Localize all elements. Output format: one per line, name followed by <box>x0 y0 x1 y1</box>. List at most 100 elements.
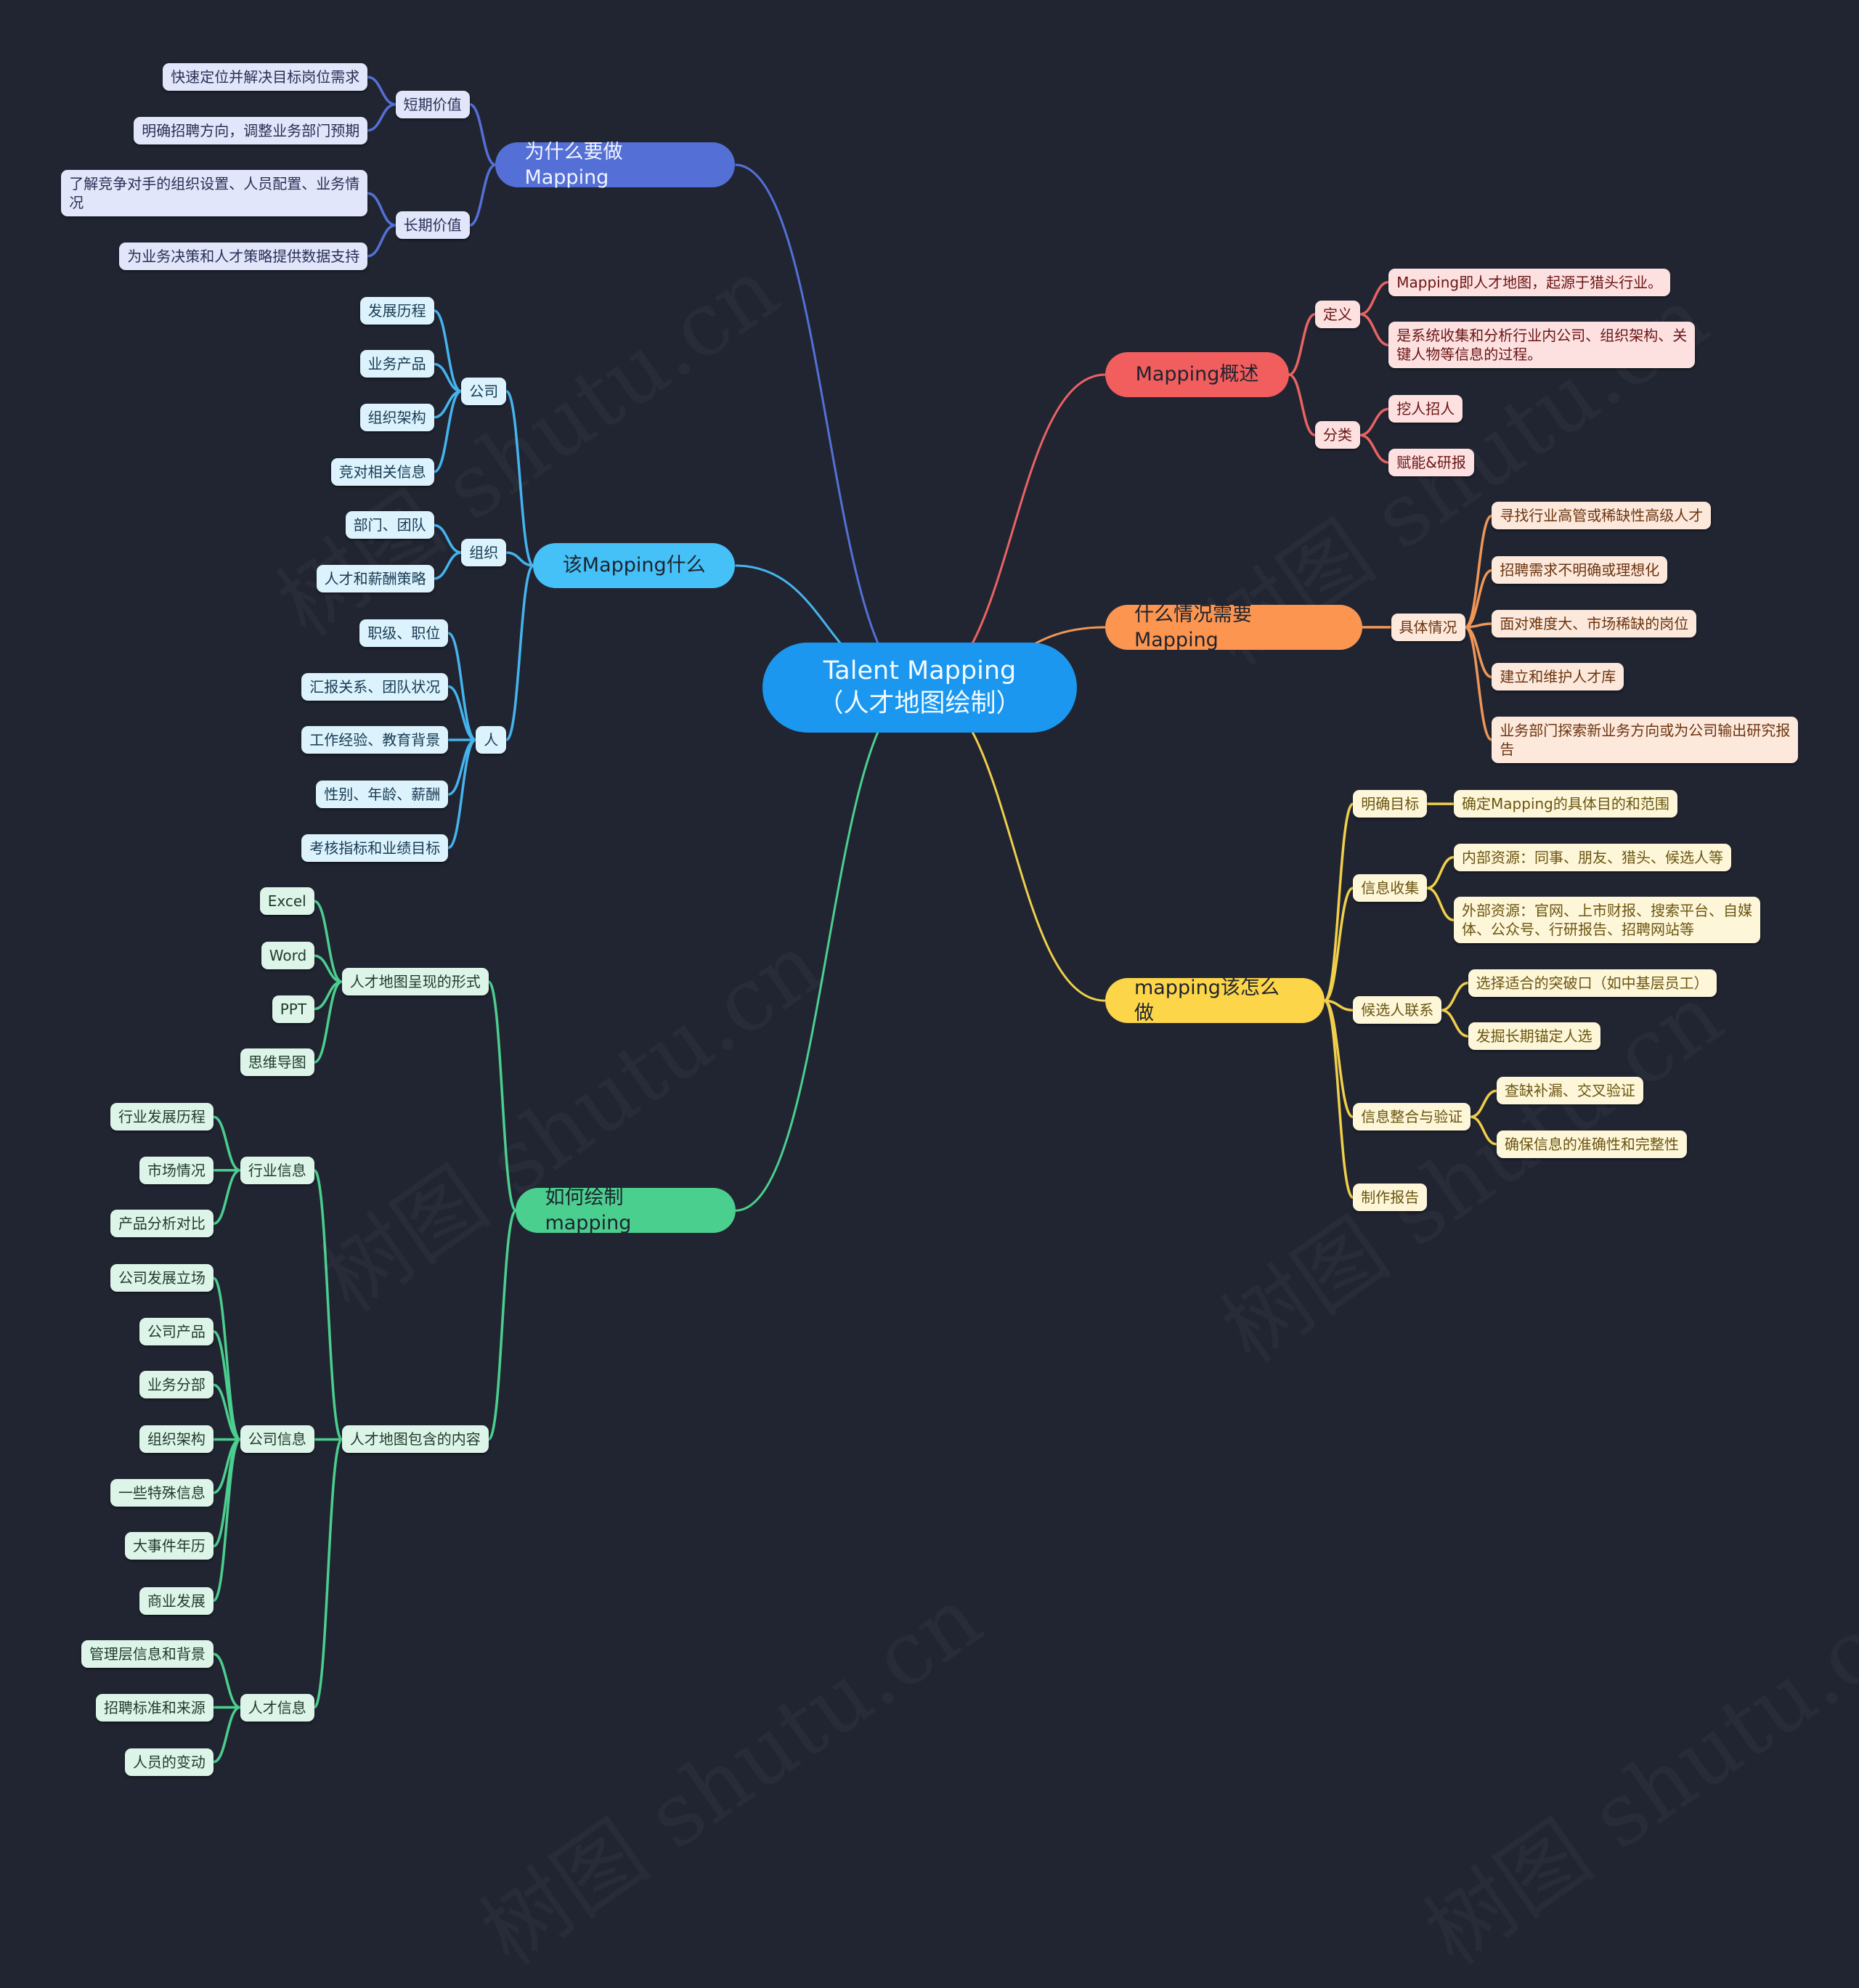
connector-line <box>213 1115 241 1172</box>
topic-node[interactable]: 公司信息 <box>240 1425 314 1454</box>
topic-node[interactable]: Mapping即人才地图，起源于猎头行业。 <box>1388 268 1671 296</box>
topic-node[interactable]: 市场情况 <box>139 1156 213 1184</box>
connector-line <box>1359 312 1389 346</box>
branch-when-node[interactable]: 什么情况需要Mapping <box>1105 603 1363 651</box>
topic-node[interactable]: 是系统收集和分析行业内公司、组织架构、关 键人物等信息的过程。 <box>1388 322 1696 369</box>
connector-line <box>487 1209 518 1441</box>
connector-line <box>487 980 518 1213</box>
topic-node[interactable]: 外部资源：官网、上市财报、搜索平台、自媒 体、公众号、行研报告、招聘网站等 <box>1454 897 1761 944</box>
topic-node[interactable]: 了解竞争对手的组织设置、人员配置、业务情 况 <box>61 170 368 217</box>
topic-node[interactable]: 明确目标 <box>1353 790 1428 818</box>
connector-line <box>367 224 396 258</box>
connector-line <box>367 76 396 106</box>
connector-line <box>1426 855 1455 889</box>
branch-what-node[interactable]: 该Mapping什么 <box>533 542 736 588</box>
topic-node[interactable]: 职级、职位 <box>359 619 449 648</box>
connector-line <box>1359 433 1389 464</box>
topic-node[interactable]: 选择适合的突破口（如中基层员工） <box>1468 969 1717 997</box>
topic-node[interactable]: 分类 <box>1314 421 1360 449</box>
topic-node[interactable]: 大事件年历 <box>124 1532 213 1560</box>
topic-node[interactable]: 发掘长期锚定人选 <box>1468 1022 1600 1051</box>
topic-node[interactable]: 公司发展立场 <box>110 1264 213 1292</box>
topic-node[interactable]: 人员的变动 <box>124 1748 213 1776</box>
topic-node[interactable]: 快速定位并解决目标岗位需求 <box>163 63 368 91</box>
topic-node[interactable]: 信息整合与验证 <box>1353 1103 1471 1131</box>
topic-node[interactable]: 短期价值 <box>395 90 470 118</box>
topic-node[interactable]: 汇报关系、团队状况 <box>301 672 449 701</box>
topic-node[interactable]: 定义 <box>1314 300 1360 328</box>
topic-node[interactable]: PPT <box>272 995 315 1023</box>
connector-line <box>213 1706 241 1764</box>
connector-line <box>434 551 462 580</box>
connector-line <box>1441 982 1469 1012</box>
topic-node[interactable]: 公司产品 <box>139 1317 213 1345</box>
topic-node[interactable]: 性别、年龄、薪酬 <box>316 781 449 809</box>
topic-node[interactable]: 一些特殊信息 <box>110 1478 213 1507</box>
topic-node[interactable]: 行业发展历程 <box>110 1103 213 1131</box>
topic-node[interactable]: 业务产品 <box>359 350 434 378</box>
topic-node[interactable]: 业务分部 <box>139 1371 213 1399</box>
connector-line <box>1464 626 1492 679</box>
topic-node[interactable]: 挖人招人 <box>1388 395 1463 423</box>
topic-node[interactable]: 内部资源：同事、朋友、猎头、候选人等 <box>1454 843 1732 871</box>
topic-node[interactable]: 业务部门探索新业务方向或为公司输出研究报 告 <box>1492 716 1799 763</box>
connector-line <box>367 102 396 132</box>
topic-node[interactable]: 竞对相关信息 <box>330 457 434 486</box>
topic-node[interactable]: 确保信息的准确性和完整性 <box>1496 1130 1687 1158</box>
connector-line <box>1359 280 1389 316</box>
topic-node[interactable]: Excel <box>259 887 314 916</box>
topic-node[interactable]: 管理层信息和背景 <box>81 1640 213 1669</box>
topic-node[interactable]: 公司 <box>461 377 507 405</box>
topic-node[interactable]: 候选人联系 <box>1353 996 1442 1024</box>
topic-node[interactable]: 发展历程 <box>359 296 434 325</box>
topic-node[interactable]: 为业务决策和人才策略提供数据支持 <box>119 242 368 270</box>
connector-line <box>1323 802 1354 1002</box>
connector-line <box>213 1169 241 1226</box>
connector-line <box>1441 1009 1468 1038</box>
topic-node[interactable]: 确定Mapping的具体目的和范围 <box>1454 790 1677 818</box>
topic-node[interactable]: 具体情况 <box>1391 613 1465 641</box>
topic-node[interactable]: 思维导图 <box>240 1048 314 1077</box>
connector-line <box>313 1169 343 1441</box>
connector-line <box>367 192 396 227</box>
topic-node[interactable]: 部门、团队 <box>345 511 434 539</box>
topic-node[interactable]: 产品分析对比 <box>110 1210 213 1238</box>
branch-why-node[interactable]: 为什么要做Mapping <box>495 141 736 189</box>
topic-node[interactable]: 明确招聘方向，调整业务部门预期 <box>134 116 368 144</box>
topic-node[interactable]: 人才信息 <box>240 1693 314 1722</box>
connector-line <box>919 686 1105 1002</box>
topic-node[interactable]: 考核指标和业绩目标 <box>301 834 449 862</box>
topic-node[interactable]: 信息收集 <box>1353 874 1428 903</box>
topic-node[interactable]: Word <box>261 942 315 970</box>
topic-node[interactable]: 赋能&研报 <box>1388 448 1474 476</box>
topic-node[interactable]: 招聘需求不明确或理想化 <box>1492 556 1668 584</box>
connector-line <box>1464 626 1493 741</box>
connector-line <box>434 524 462 554</box>
topic-node[interactable]: 人才和薪酬策略 <box>316 564 434 592</box>
topic-node[interactable]: 人才地图呈现的形式 <box>341 968 489 996</box>
branch-overview-node[interactable]: Mapping概述 <box>1105 352 1290 398</box>
topic-node[interactable]: 长期价值 <box>395 211 470 240</box>
topic-node[interactable]: 查缺补漏、交叉验证 <box>1496 1077 1643 1105</box>
connector-line <box>1470 1115 1497 1146</box>
topic-node[interactable]: 行业信息 <box>240 1156 314 1184</box>
topic-node[interactable]: 组织 <box>461 538 507 566</box>
root-node[interactable]: Talent Mapping （人才地图绘制） <box>762 643 1077 733</box>
topic-node[interactable]: 建立和维护人才库 <box>1492 663 1624 691</box>
topic-node[interactable]: 招聘标准和来源 <box>95 1693 213 1722</box>
connector-line <box>1323 999 1354 1199</box>
topic-node[interactable]: 制作报告 <box>1353 1184 1428 1212</box>
topic-node[interactable]: 人 <box>476 725 507 754</box>
topic-node[interactable]: 人才地图包含的内容 <box>341 1425 489 1454</box>
connector-line <box>313 1438 343 1709</box>
topic-node[interactable]: 寻找行业高管或稀缺性高级人才 <box>1492 502 1712 530</box>
connector-line <box>1288 312 1316 376</box>
topic-node[interactable]: 商业发展 <box>139 1586 213 1615</box>
topic-node[interactable]: 组织架构 <box>359 403 434 431</box>
branch-how-draw-node[interactable]: 如何绘制mapping <box>516 1186 736 1234</box>
topic-node[interactable]: 面对难度大、市场稀缺的岗位 <box>1492 609 1697 637</box>
branch-how-do-node[interactable]: mapping该怎么做 <box>1105 977 1325 1024</box>
topic-node[interactable]: 组织架构 <box>139 1425 213 1454</box>
topic-node[interactable]: 工作经验、教育背景 <box>301 725 449 754</box>
connector-line <box>1426 887 1455 921</box>
